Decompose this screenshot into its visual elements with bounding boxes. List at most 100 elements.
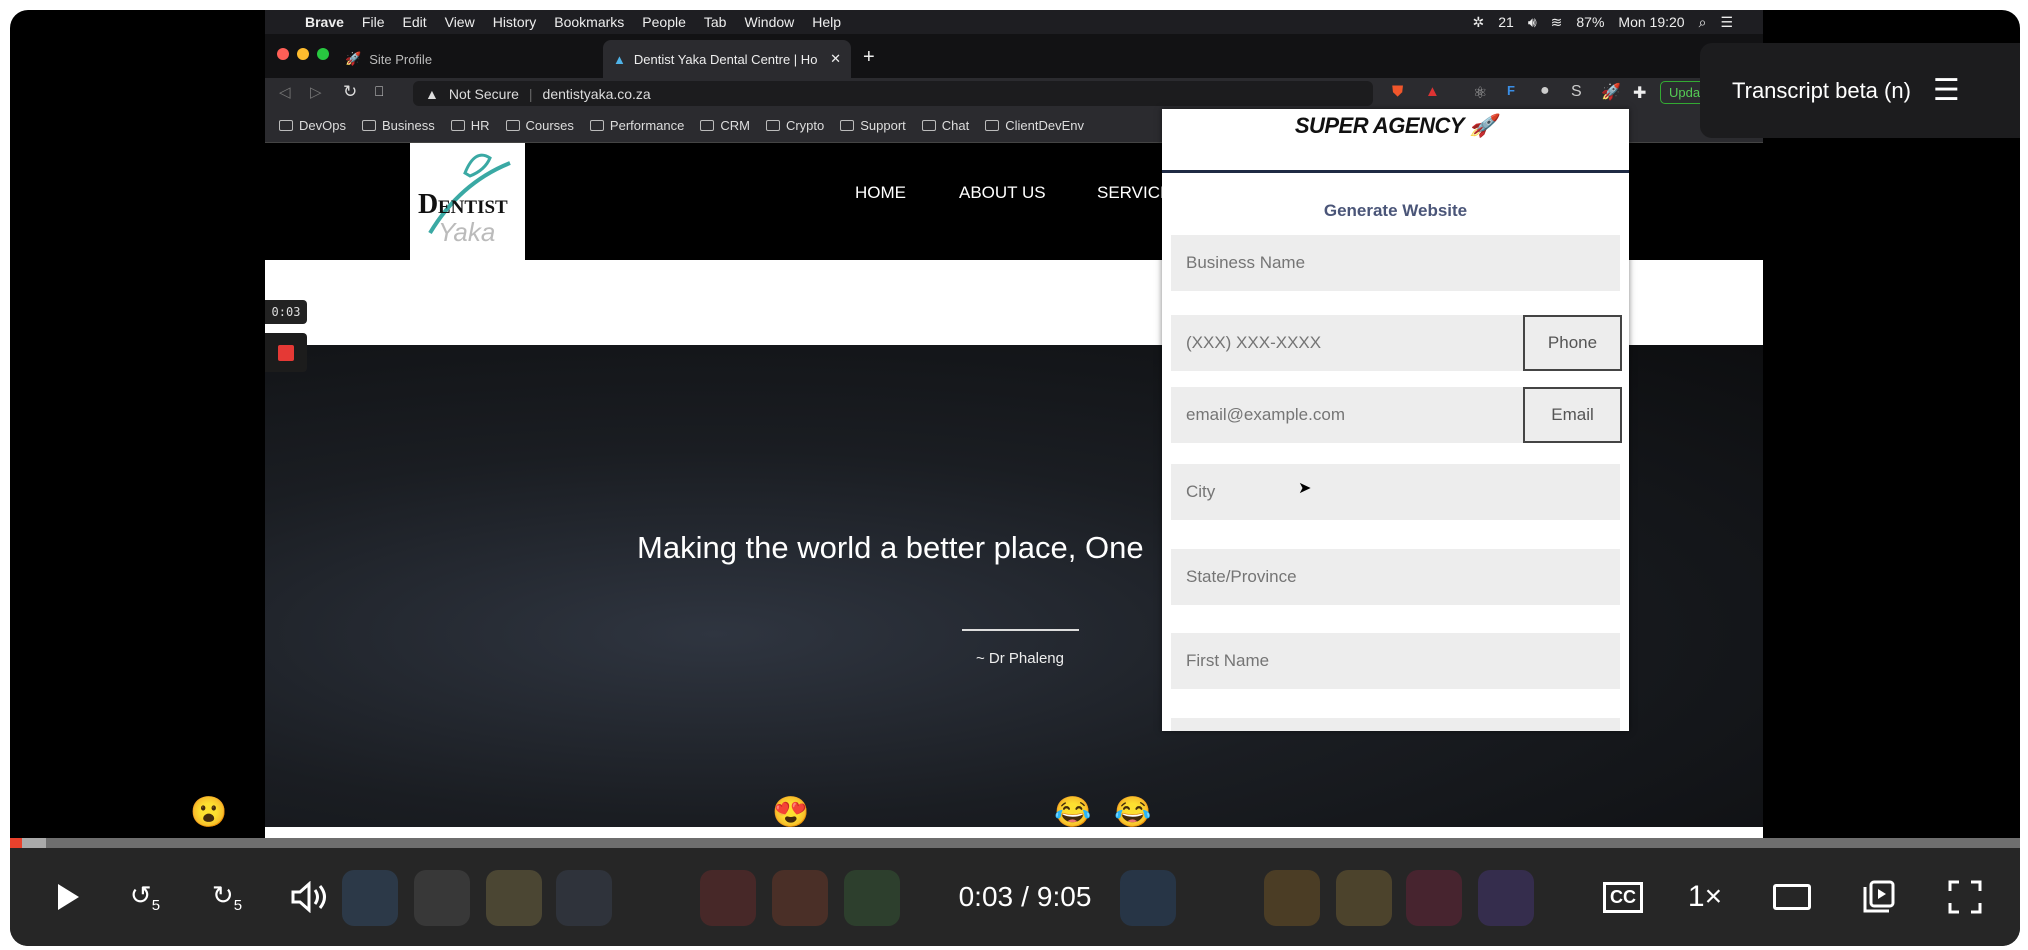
bookmark-label: DevOps	[299, 118, 346, 133]
phone-input[interactable]	[1171, 315, 1523, 371]
menu-people[interactable]: People	[642, 14, 686, 30]
reaction-emoji[interactable]: 😂	[1054, 795, 1091, 830]
menu-view[interactable]: View	[445, 14, 475, 30]
puzzle-icon[interactable]: ✚	[1633, 83, 1646, 103]
back-icon[interactable]: ◁	[279, 83, 291, 101]
extension-circle-icon[interactable]: ●	[1540, 82, 1550, 100]
folder-icon	[450, 120, 465, 131]
tab-dentist-yaka[interactable]: ▲ Dentist Yaka Dental Centre | Ho ✕	[603, 40, 851, 78]
search-icon[interactable]: ⌕	[1699, 14, 1707, 31]
menu-file[interactable]: File	[362, 14, 385, 30]
reaction-emoji[interactable]: 😮	[190, 795, 227, 830]
player-controls: ↺5 ↻5 0:03/9:05 CC 1×	[10, 848, 2020, 946]
bookmark-icon[interactable]: ⎕	[375, 83, 383, 100]
bookmark-folder[interactable]: Support	[840, 118, 906, 133]
battery-percent[interactable]: 87%	[1576, 14, 1604, 30]
folder-icon	[765, 120, 780, 131]
dock-app-icon	[1406, 870, 1462, 926]
maximize-window-button[interactable]	[317, 48, 329, 60]
next-input[interactable]	[1171, 718, 1620, 731]
wifi-icon[interactable]: ≋	[1551, 14, 1563, 31]
extension-s-icon[interactable]: S	[1571, 83, 1582, 101]
bookmark-folder[interactable]: Performance	[589, 118, 685, 133]
stop-recording-button[interactable]	[265, 333, 307, 372]
clock[interactable]: Mon 19:20	[1618, 14, 1684, 30]
brave-shield-icon[interactable]: ⛊	[1392, 83, 1403, 100]
playback-speed-button[interactable]: 1×	[1680, 873, 1730, 921]
menu-help[interactable]: Help	[812, 14, 841, 30]
menu-tab[interactable]: Tab	[704, 14, 727, 30]
bookmark-folder[interactable]: Courses	[505, 118, 574, 133]
city-input[interactable]	[1171, 464, 1620, 520]
dock-app-icon	[844, 870, 900, 926]
warning-icon: ▲	[425, 85, 439, 102]
bookmark-folder[interactable]: Business	[361, 118, 435, 133]
brave-rewards-icon[interactable]: ▲	[1425, 83, 1440, 100]
hero-headline: Making the world a better place, One	[637, 530, 1144, 565]
reaction-emoji[interactable]: 😍	[772, 795, 809, 830]
email-input[interactable]	[1171, 387, 1523, 443]
url-text[interactable]: dentistyaka.co.za	[543, 86, 651, 102]
nav-services[interactable]: SERVICE	[1097, 183, 1171, 203]
tab-site-profile[interactable]: 🚀 Site Profile	[345, 40, 575, 78]
menu-edit[interactable]: Edit	[402, 14, 426, 30]
divider	[962, 629, 1079, 631]
menu-history[interactable]: History	[493, 14, 537, 30]
close-window-button[interactable]	[277, 48, 289, 60]
nav-home[interactable]: HOME	[855, 183, 906, 203]
seek-bar[interactable]	[10, 838, 2020, 848]
menu-app[interactable]: Brave	[305, 14, 344, 30]
nav-about-us[interactable]: ABOUT US	[959, 183, 1046, 203]
url-bar[interactable]: ▲ Not Secure | dentistyaka.co.za	[413, 81, 1373, 106]
bookmark-folder[interactable]: Chat	[921, 118, 969, 133]
forward-5-button[interactable]: ↻5	[202, 873, 252, 921]
site-logo[interactable]: D ENTIST Yaka	[410, 143, 525, 260]
captions-button[interactable]: CC	[1598, 873, 1648, 921]
state-input[interactable]	[1171, 549, 1620, 605]
popup-title: Generate Website	[1323, 201, 1468, 220]
email-addon: Email	[1523, 387, 1622, 443]
bookmark-folder[interactable]: Crypto	[765, 118, 824, 133]
react-devtools-icon[interactable]: ⚛	[1473, 83, 1487, 103]
extension-icon[interactable]: F	[1507, 83, 1515, 98]
transcript-button[interactable]: Transcript beta (n) ☰	[1700, 43, 2020, 138]
address-toolbar: ◁ ▷ ↻ ⎕ ▲ Not Secure | dentistyaka.co.za…	[265, 78, 1763, 109]
rewind-5-button[interactable]: ↺5	[120, 873, 170, 921]
list-icon[interactable]: ☰	[1720, 14, 1733, 31]
dock-app-icon	[772, 870, 828, 926]
picture-in-picture-button[interactable]	[1854, 873, 1904, 921]
minimize-window-button[interactable]	[297, 48, 309, 60]
notification-badge[interactable]: 21	[1498, 14, 1514, 30]
close-tab-icon[interactable]: ✕	[830, 51, 841, 67]
bookmark-folder[interactable]: HR	[450, 118, 490, 133]
security-label[interactable]: Not Secure	[449, 86, 519, 102]
rocket-extension-icon[interactable]: 🚀	[1601, 82, 1621, 102]
business-name-input[interactable]	[1171, 235, 1620, 291]
reload-icon[interactable]: ↻	[343, 82, 357, 102]
theater-mode-button[interactable]	[1767, 873, 1817, 921]
menu-bookmarks[interactable]: Bookmarks	[554, 14, 624, 30]
fullscreen-button[interactable]	[1940, 873, 1990, 921]
play-button[interactable]	[48, 873, 88, 921]
menu-window[interactable]: Window	[744, 14, 794, 30]
screen-recording: Brave File Edit View History Bookmarks P…	[265, 10, 1763, 838]
reaction-emoji[interactable]: 😂	[1114, 795, 1151, 830]
bookmark-label: Performance	[609, 118, 685, 133]
gear-icon[interactable]: ✲	[1473, 14, 1485, 31]
bookmark-folder[interactable]: DevOps	[279, 118, 346, 133]
folder-icon	[921, 120, 936, 131]
dock-app-icon	[1478, 870, 1534, 926]
svg-text:D: D	[418, 189, 438, 220]
forward-icon[interactable]: ▷	[310, 83, 322, 101]
bookmark-folder[interactable]: ClientDevEnv	[985, 118, 1084, 133]
bookmark-folder[interactable]: CRM	[700, 118, 750, 133]
first-name-input[interactable]	[1171, 633, 1620, 689]
mac-menubar: Brave File Edit View History Bookmarks P…	[265, 10, 1763, 34]
new-tab-button[interactable]: +	[863, 46, 875, 69]
volume-icon[interactable]: 🔊︎	[1528, 14, 1537, 31]
dock-app-icon	[1120, 870, 1176, 926]
dock-app-icon	[700, 870, 756, 926]
folder-icon	[985, 120, 1000, 131]
volume-button[interactable]	[285, 873, 335, 921]
dock-app-icon	[1264, 870, 1320, 926]
